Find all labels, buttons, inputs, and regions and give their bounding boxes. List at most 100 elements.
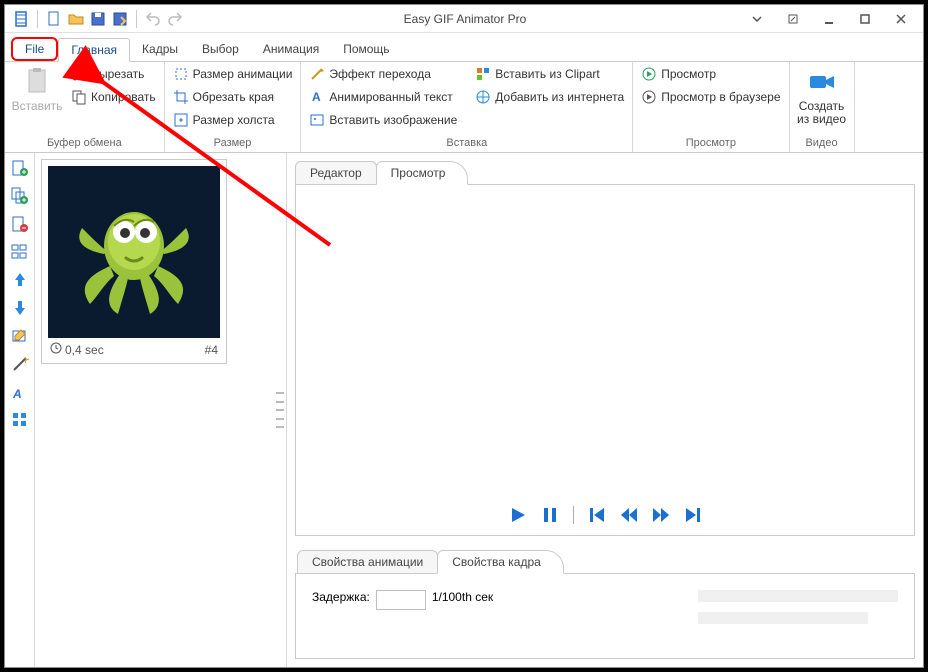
scissors-icon — [71, 66, 87, 82]
add-frame-icon[interactable] — [9, 157, 31, 179]
grid-tool-icon[interactable] — [9, 409, 31, 431]
frame-footer: 0,4 sec #4 — [48, 338, 220, 357]
close-button[interactable] — [883, 7, 919, 31]
tab-home[interactable]: Главная — [58, 38, 130, 62]
delay-input[interactable] — [376, 590, 426, 610]
group-clipboard: Вставить Вырезать Копировать Буфер обмен… — [5, 62, 165, 152]
transition-button[interactable]: Эффект перехода — [305, 64, 461, 84]
from-internet-label: Добавить из интернета — [495, 90, 624, 104]
copy-icon — [71, 89, 87, 105]
wand-icon — [309, 66, 325, 82]
play-icon[interactable] — [509, 506, 527, 524]
last-frame-icon[interactable] — [684, 506, 702, 524]
clipart-button[interactable]: Вставить из Clipart — [471, 64, 628, 84]
preview-label: Просмотр — [661, 67, 716, 81]
tab-animation[interactable]: Анимация — [251, 37, 331, 61]
globe-icon — [475, 89, 491, 105]
save-icon[interactable] — [90, 11, 106, 27]
frames-grid-icon[interactable] — [9, 241, 31, 263]
separator — [37, 10, 38, 28]
duplicate-frame-icon[interactable] — [9, 185, 31, 207]
animation-size-button[interactable]: Размер анимации — [169, 64, 297, 84]
clipart-icon — [475, 66, 491, 82]
move-down-icon[interactable] — [9, 297, 31, 319]
canvas-size-icon — [173, 112, 189, 128]
transition-label: Эффект перехода — [329, 67, 430, 81]
dropdown-icon[interactable] — [739, 7, 775, 31]
tab-frame-properties[interactable]: Свойства кадра — [437, 550, 564, 574]
editor-tabs: Редактор Просмотр — [287, 153, 923, 185]
browser-preview-icon — [641, 89, 657, 105]
maximize-button[interactable] — [847, 7, 883, 31]
insert-image-button[interactable]: Вставить изображение — [305, 110, 461, 130]
group-clipboard-label: Буфер обмена — [9, 135, 160, 152]
pause-icon[interactable] — [541, 506, 559, 524]
text-tool-icon[interactable]: A — [9, 381, 31, 403]
canvas-size-label: Размер холста — [193, 113, 275, 127]
group-video-label: Видео — [794, 135, 850, 152]
tab-preview[interactable]: Просмотр — [376, 161, 469, 185]
resize-anim-icon — [173, 66, 189, 82]
move-up-icon[interactable] — [9, 269, 31, 291]
new-document-icon[interactable] — [46, 11, 62, 27]
delay-unit: 1/100th сек — [432, 590, 493, 604]
redo-icon[interactable] — [167, 11, 183, 27]
paste-button[interactable]: Вставить — [9, 64, 65, 115]
quick-access-toolbar — [5, 10, 191, 28]
tab-selection[interactable]: Выбор — [190, 37, 251, 61]
cut-button[interactable]: Вырезать — [67, 64, 160, 84]
magic-wand-icon[interactable] — [9, 353, 31, 375]
create-from-video-button[interactable]: Создать из видео — [794, 64, 850, 128]
tab-animation-properties[interactable]: Свойства анимации — [297, 550, 438, 574]
from-internet-button[interactable]: Добавить из интернета — [471, 87, 628, 107]
group-preview: Просмотр Просмотр в браузере Просмотр — [633, 62, 789, 152]
image-icon — [309, 112, 325, 128]
minimize-button[interactable] — [811, 7, 847, 31]
delay-label: Задержка: — [312, 590, 370, 604]
first-frame-icon[interactable] — [588, 506, 606, 524]
video-camera-icon — [806, 66, 838, 98]
copy-label: Копировать — [91, 90, 156, 104]
preview-canvas — [296, 185, 914, 495]
paste-icon — [21, 66, 53, 98]
tab-editor[interactable]: Редактор — [295, 161, 377, 185]
prev-frame-icon[interactable] — [620, 506, 638, 524]
open-folder-icon[interactable] — [68, 11, 84, 27]
tab-file[interactable]: File — [11, 37, 58, 61]
undo-icon[interactable] — [145, 11, 161, 27]
window-title: Easy GIF Animator Pro — [191, 12, 739, 26]
save-as-icon[interactable] — [112, 11, 128, 27]
minimize-ribbon-icon[interactable] — [775, 7, 811, 31]
film-icon[interactable] — [13, 11, 29, 27]
tab-help[interactable]: Помощь — [331, 37, 401, 61]
edit-frame-icon[interactable] — [9, 325, 31, 347]
animated-text-button[interactable]: AАнимированный текст — [305, 87, 461, 107]
browser-preview-button[interactable]: Просмотр в браузере — [637, 87, 784, 107]
browser-preview-label: Просмотр в браузере — [661, 90, 780, 104]
clipart-label: Вставить из Clipart — [495, 67, 599, 81]
frame-index: #4 — [205, 343, 218, 357]
create-from-video-label: Создать из видео — [796, 100, 848, 126]
group-size-label: Размер — [169, 135, 297, 152]
cut-label: Вырезать — [91, 67, 144, 81]
animation-size-label: Размер анимации — [193, 67, 293, 81]
window-controls — [739, 7, 923, 31]
svg-text:A: A — [12, 387, 22, 401]
delete-frame-icon[interactable] — [9, 213, 31, 235]
frame-list[interactable]: 0,4 sec #4 — [35, 153, 287, 667]
right-pane: Редактор Просмотр Свойства анимации — [287, 153, 923, 667]
left-toolbar: A — [5, 153, 35, 667]
crop-icon — [173, 89, 189, 105]
separator — [573, 506, 574, 524]
preview-button[interactable]: Просмотр — [637, 64, 784, 84]
properties-panel: Свойства анимации Свойства кадра Задержк… — [295, 542, 915, 659]
next-frame-icon[interactable] — [652, 506, 670, 524]
frame-thumbnail[interactable]: 0,4 sec #4 — [41, 159, 227, 364]
tab-frames[interactable]: Кадры — [130, 37, 190, 61]
copy-button[interactable]: Копировать — [67, 87, 160, 107]
group-video: Создать из видео Видео — [790, 62, 855, 152]
splitter-grip[interactable] — [276, 392, 284, 428]
canvas-size-button[interactable]: Размер холста — [169, 110, 297, 130]
frame-duration: 0,4 sec — [65, 343, 104, 357]
crop-button[interactable]: Обрезать края — [169, 87, 297, 107]
